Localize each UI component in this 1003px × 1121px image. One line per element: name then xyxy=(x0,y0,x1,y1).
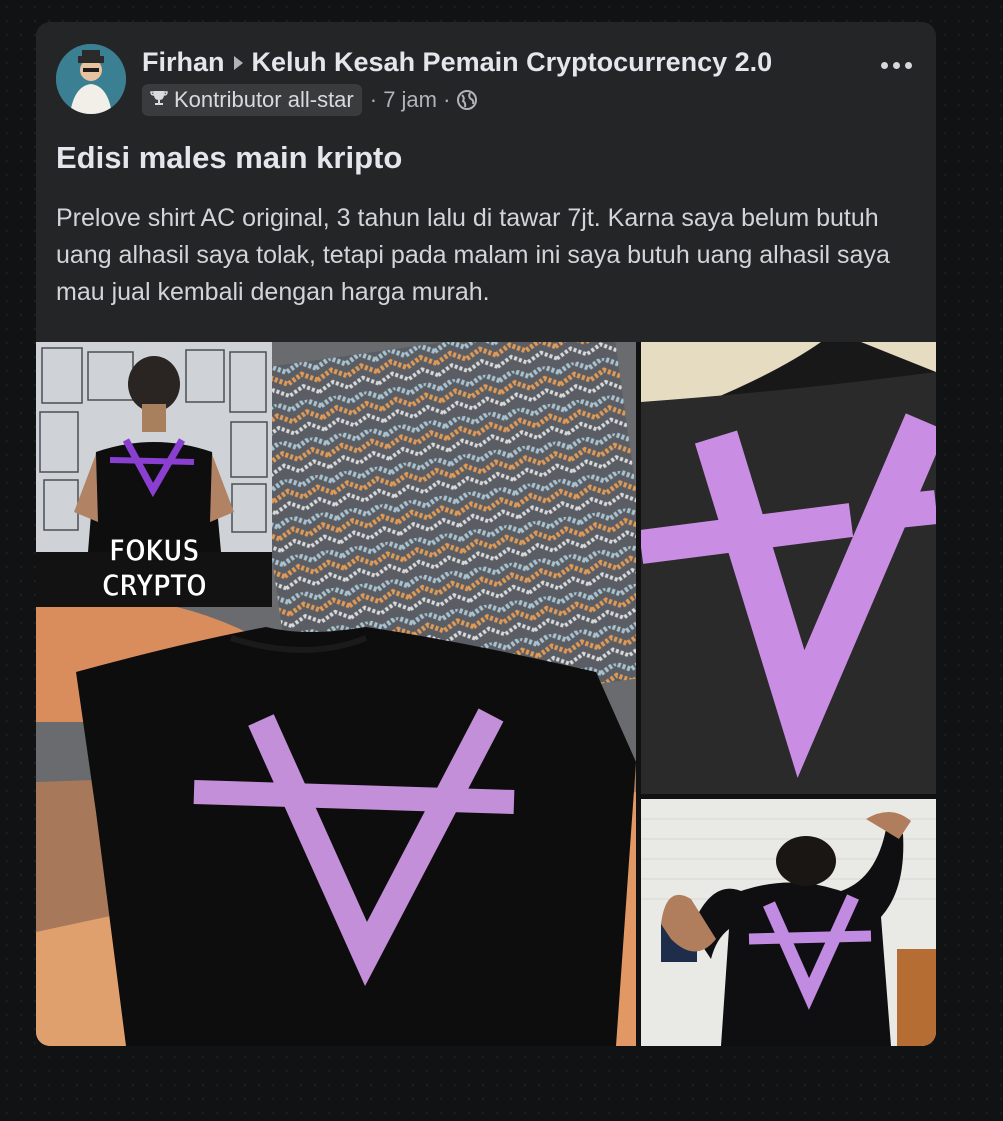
post-body: Prelove shirt AC original, 3 tahun lalu … xyxy=(56,204,890,306)
photo-bottom-right-image xyxy=(641,799,936,1046)
photo-bottom-right[interactable] xyxy=(641,799,936,1046)
post-card: Firhan Keluh Kesah Pemain Cryptocurrency… xyxy=(36,22,936,1046)
author-name[interactable]: Firhan xyxy=(142,47,225,78)
group-name[interactable]: Keluh Kesah Pemain Cryptocurrency 2.0 xyxy=(252,47,773,78)
more-options-icon[interactable] xyxy=(881,62,912,69)
badge-label: Kontributor all-star xyxy=(174,87,354,112)
trophy-icon xyxy=(150,87,168,113)
caret-right-icon xyxy=(233,47,244,78)
contributor-badge[interactable]: Kontributor all-star xyxy=(142,84,362,116)
post-header: Firhan Keluh Kesah Pemain Cryptocurrency… xyxy=(142,47,772,78)
globe-icon xyxy=(456,89,478,111)
avatar-illustration xyxy=(56,44,126,114)
post-time[interactable]: · 7 jam · xyxy=(370,87,451,113)
photo-top-right-image xyxy=(641,342,936,794)
photo-grid: FOKUS CRYPTO xyxy=(36,342,936,1046)
inset-caption: FOKUS CRYPTO xyxy=(101,533,207,605)
post-title: Edisi males main kripto xyxy=(56,140,403,175)
photo-inset[interactable]: FOKUS CRYPTO xyxy=(36,342,272,607)
post-meta: Kontributor all-star · 7 jam · xyxy=(142,84,478,116)
author-avatar[interactable] xyxy=(56,44,126,114)
photo-top-right[interactable] xyxy=(641,342,936,794)
